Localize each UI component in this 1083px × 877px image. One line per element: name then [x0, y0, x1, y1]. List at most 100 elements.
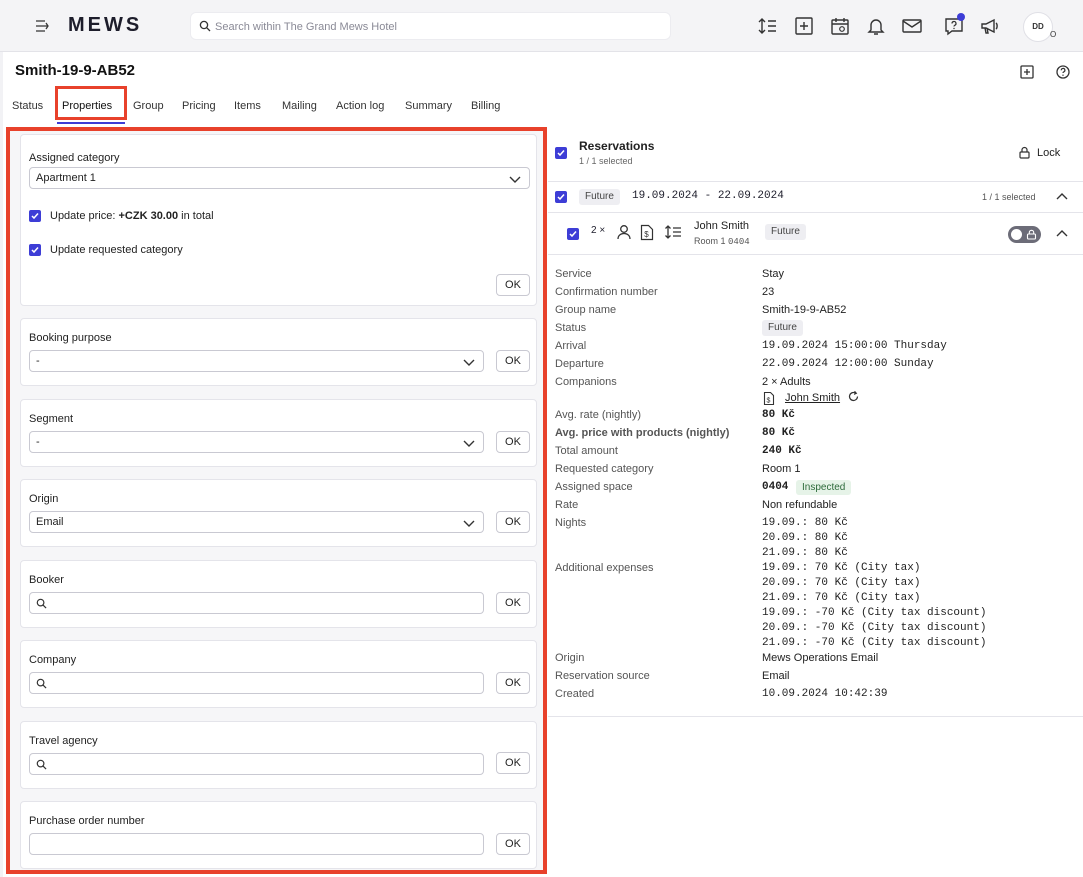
- billing-document-icon: $: [640, 224, 654, 241]
- avatar[interactable]: DD: [1023, 12, 1053, 42]
- reservation-group-row: Future 19.09.2024 - 22.09.2024 1 / 1 sel…: [548, 182, 1083, 213]
- expense-line: 19.09.: -70 Kč (City tax discount): [762, 607, 987, 619]
- tab-summary[interactable]: Summary: [405, 100, 452, 112]
- origin-select[interactable]: Email: [29, 511, 484, 533]
- tab-status[interactable]: Status: [12, 100, 43, 112]
- booking-purpose-select[interactable]: -: [29, 350, 484, 372]
- tab-pricing[interactable]: Pricing: [182, 100, 216, 112]
- origin-card: Origin Email OK: [20, 479, 537, 547]
- page-title: Smith-19-9-AB52: [15, 62, 136, 79]
- reservations-panel: Reservations 1 / 1 selected Lock Future …: [548, 128, 1083, 718]
- group-checkbox[interactable]: [555, 191, 567, 203]
- purchase-order-input[interactable]: [29, 833, 484, 855]
- lock-icon: [1026, 229, 1037, 240]
- lock-toggle[interactable]: [1008, 226, 1041, 243]
- assigned-category-select[interactable]: Apartment 1: [29, 167, 530, 189]
- megaphone-icon[interactable]: [979, 15, 1001, 37]
- company-search-input[interactable]: [29, 672, 484, 694]
- segment-select[interactable]: -: [29, 431, 484, 453]
- arrival-value: 19.09.2024 15:00:00 Thursday: [762, 340, 947, 352]
- guest-count: 2 ×: [591, 225, 606, 236]
- mail-icon[interactable]: [901, 15, 923, 37]
- travel-agency-ok-button[interactable]: OK: [496, 752, 530, 774]
- company-card: Company OK: [20, 640, 537, 708]
- checkbox-checked[interactable]: [29, 244, 41, 256]
- booker-card: Booker OK: [20, 560, 537, 628]
- night-line: 21.09.: 80 Kč: [762, 547, 848, 559]
- refresh-icon[interactable]: [847, 390, 860, 403]
- assigned-space-label: Assigned space: [555, 481, 633, 493]
- add-icon[interactable]: [793, 15, 815, 37]
- expense-line: 19.09.: 70 Kč (City tax): [762, 562, 921, 574]
- reservation-details: Service Stay Confirmation number 23 Grou…: [548, 255, 1083, 717]
- group-name-value: Smith-19-9-AB52: [762, 304, 847, 316]
- chevron-up-icon[interactable]: [1056, 191, 1068, 203]
- booker-search-input[interactable]: [29, 592, 484, 614]
- search-bar[interactable]: [190, 12, 671, 40]
- companion-guest-link[interactable]: John Smith: [785, 392, 840, 404]
- assigned-category-ok-button[interactable]: OK: [496, 274, 530, 296]
- avg-rate-value: 80 Kč: [762, 409, 796, 421]
- requested-category-value: Room 1: [762, 463, 801, 475]
- avg-rate-label: Avg. rate (nightly): [555, 409, 642, 421]
- search-icon: [36, 678, 47, 689]
- help-icon[interactable]: [1055, 64, 1071, 80]
- update-requested-category-checkbox[interactable]: Update requested category: [29, 243, 229, 257]
- company-ok-button[interactable]: OK: [496, 672, 530, 694]
- sort-icon[interactable]: [757, 15, 779, 37]
- purchase-order-ok-button[interactable]: OK: [496, 833, 530, 855]
- menu-toggle-icon[interactable]: [34, 18, 50, 34]
- update-requested-category-label: Update requested category: [50, 244, 183, 256]
- group-status-badge: Future: [579, 189, 620, 205]
- avatar-subscript: O: [1050, 30, 1057, 39]
- group-dates: 19.09.2024 - 22.09.2024: [632, 190, 784, 202]
- tab-group[interactable]: Group: [133, 100, 164, 112]
- search-icon: [36, 759, 47, 770]
- reservation-source-label: Reservation source: [555, 670, 650, 682]
- chevron-down-icon: [509, 176, 521, 183]
- tab-items[interactable]: Items: [234, 100, 261, 112]
- companions-label: Companions: [555, 376, 617, 388]
- expense-line: 21.09.: -70 Kč (City tax discount): [762, 637, 987, 649]
- additional-expenses-label: Additional expenses: [555, 562, 654, 574]
- rate-value: Non refundable: [762, 499, 838, 511]
- bell-icon[interactable]: [865, 15, 887, 37]
- update-price-checkbox[interactable]: Update price: +CZK 30.00 in total: [29, 209, 249, 223]
- booking-purpose-ok-button[interactable]: OK: [496, 350, 530, 372]
- nights-label: Nights: [555, 517, 587, 529]
- origin-value: Mews Operations Email: [762, 652, 879, 664]
- segment-card: Segment - OK: [20, 399, 537, 467]
- reservation-item-row: 2 × $ John Smith Room 1 0404 Future: [548, 213, 1083, 255]
- group-selected-count: 1 / 1 selected: [982, 192, 1036, 202]
- select-all-checkbox[interactable]: [555, 147, 567, 159]
- search-input[interactable]: [215, 17, 655, 37]
- travel-agency-search-input[interactable]: [29, 753, 484, 775]
- assigned-category-label: Assigned category: [29, 152, 120, 164]
- tab-action-log[interactable]: Action log: [336, 100, 384, 112]
- avg-price-products-label: Avg. price with products (nightly): [555, 427, 730, 439]
- checkbox-checked[interactable]: [29, 210, 41, 222]
- chevron-up-icon[interactable]: [1056, 228, 1068, 240]
- night-line: 20.09.: 80 Kč: [762, 532, 848, 544]
- departure-value: 22.09.2024 12:00:00 Sunday: [762, 358, 934, 370]
- booker-ok-button[interactable]: OK: [496, 592, 530, 614]
- booking-purpose-value: -: [36, 355, 40, 367]
- add-icon[interactable]: [1019, 64, 1035, 80]
- calendar-icon[interactable]: [829, 15, 851, 37]
- status-label: Status: [555, 322, 587, 334]
- notification-dot: [957, 13, 965, 21]
- booker-label: Booker: [29, 574, 64, 586]
- reservation-checkbox[interactable]: [567, 228, 579, 240]
- tab-billing[interactable]: Billing: [471, 100, 500, 112]
- segment-ok-button[interactable]: OK: [496, 431, 530, 453]
- tab-mailing[interactable]: Mailing: [282, 100, 317, 112]
- room-info: Room 1 0404: [694, 236, 750, 247]
- origin-ok-button[interactable]: OK: [496, 511, 530, 533]
- billing-document-icon: $: [763, 391, 775, 406]
- companions-value: 2 × Adults: [762, 376, 811, 388]
- lock-icon: [1019, 146, 1030, 159]
- sort-icon: [665, 225, 681, 239]
- search-icon: [199, 20, 211, 32]
- requested-category-label: Requested category: [555, 463, 654, 475]
- night-line: 19.09.: 80 Kč: [762, 517, 848, 529]
